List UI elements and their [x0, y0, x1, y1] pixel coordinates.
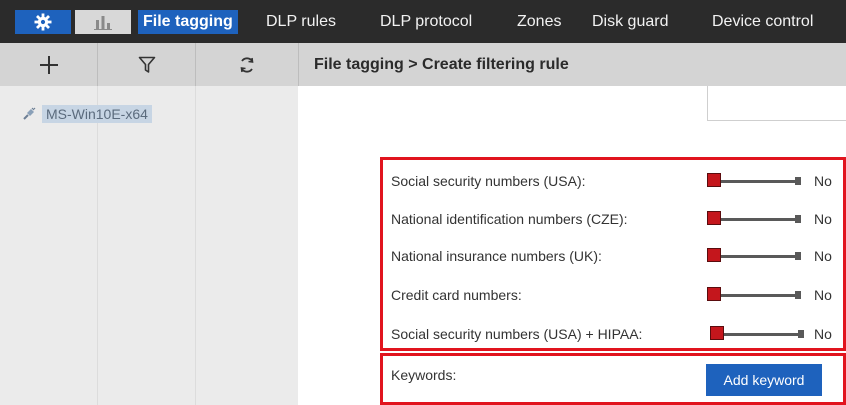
keywords-label: Keywords:	[391, 367, 457, 383]
rule-value-national-insurance-uk: No	[814, 248, 832, 264]
slider-endcap	[795, 177, 801, 185]
slider-endcap	[795, 252, 801, 260]
tab-dlp-protocol[interactable]: DLP protocol	[375, 10, 477, 34]
slider-track	[720, 333, 804, 336]
slider-track	[717, 255, 801, 258]
refresh-icon	[240, 56, 254, 73]
sidebar-column-divider	[195, 86, 196, 405]
sidebar-item-label: MS-Win10E-x64	[42, 105, 152, 123]
filter-icon	[138, 56, 155, 73]
rule-label-ssn-usa: Social security numbers (USA):	[391, 173, 586, 189]
top-navigation-bar: File tagging DLP rules DLP protocol Zone…	[0, 0, 846, 43]
add-button[interactable]	[0, 43, 97, 86]
gear-icon	[34, 13, 52, 31]
toolbar: File tagging > Create filtering rule	[0, 43, 846, 86]
rule-label-national-insurance-uk: National insurance numbers (UK):	[391, 248, 602, 264]
settings-tab[interactable]	[15, 10, 71, 34]
tab-zones[interactable]: Zones	[512, 10, 566, 34]
sidebar	[0, 86, 298, 405]
rule-label-credit-card: Credit card numbers:	[391, 287, 522, 303]
slider-thumb[interactable]	[707, 248, 721, 262]
bar-chart-icon	[94, 16, 112, 30]
rule-value-national-id-cze: No	[814, 211, 832, 227]
toolbar-divider	[195, 43, 196, 86]
plus-icon	[39, 55, 58, 74]
tab-device-control[interactable]: Device control	[707, 10, 818, 34]
slider-endcap	[798, 330, 804, 338]
rule-value-ssn-usa: No	[814, 173, 832, 189]
slider-thumb[interactable]	[707, 173, 721, 187]
tab-dlp-rules[interactable]: DLP rules	[261, 10, 341, 34]
statistics-tab[interactable]	[75, 10, 131, 34]
rule-slider-national-id-cze[interactable]	[707, 208, 801, 230]
refresh-button[interactable]	[196, 43, 298, 86]
rule-label-national-id-cze: National identification numbers (CZE):	[391, 211, 628, 227]
previous-field-box	[707, 86, 846, 121]
rule-value-credit-card: No	[814, 287, 832, 303]
rule-slider-credit-card[interactable]	[707, 284, 801, 306]
toolbar-divider	[298, 43, 299, 86]
sidebar-item-computer[interactable]: MS-Win10E-x64	[22, 104, 152, 124]
disconnected-plug-icon	[23, 107, 36, 120]
rule-slider-ssn-usa-hipaa[interactable]	[710, 323, 804, 345]
add-keyword-button[interactable]: Add keyword	[706, 364, 822, 396]
slider-thumb[interactable]	[707, 287, 721, 301]
toolbar-divider	[97, 43, 98, 86]
filter-button[interactable]	[98, 43, 195, 86]
slider-endcap	[795, 215, 801, 223]
rule-value-ssn-usa-hipaa: No	[814, 326, 832, 342]
slider-endcap	[795, 291, 801, 299]
breadcrumb: File tagging > Create filtering rule	[314, 56, 569, 73]
slider-track	[717, 294, 801, 297]
slider-thumb[interactable]	[707, 211, 721, 225]
slider-thumb[interactable]	[710, 326, 724, 340]
slider-track	[717, 180, 801, 183]
slider-track	[717, 218, 801, 221]
rule-slider-ssn-usa[interactable]	[707, 170, 801, 192]
rule-label-ssn-usa-hipaa: Social security numbers (USA) + HIPAA:	[391, 326, 643, 342]
tab-file-tagging[interactable]: File tagging	[138, 10, 238, 34]
rule-slider-national-insurance-uk[interactable]	[707, 245, 801, 267]
tab-disk-guard[interactable]: Disk guard	[587, 10, 673, 34]
sidebar-column-divider	[97, 86, 98, 405]
